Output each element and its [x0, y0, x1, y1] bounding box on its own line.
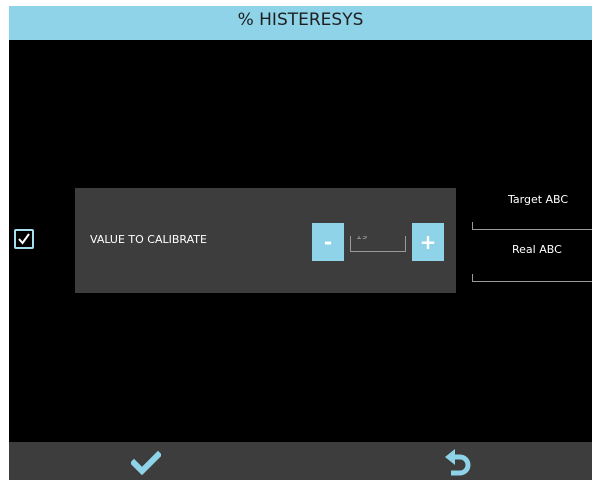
decrement-button[interactable]: -	[312, 223, 344, 261]
calibration-value-field[interactable]: 19	[350, 236, 406, 252]
screen: % HISTERESYS VALUE TO CALIBRATE - 19 + T…	[9, 6, 592, 480]
target-abc-field	[472, 222, 592, 230]
target-abc-label: Target ABC	[508, 193, 569, 206]
bottom-toolbar	[9, 442, 592, 480]
confirm-button[interactable]	[129, 448, 163, 478]
back-button[interactable]	[441, 446, 475, 480]
real-abc-label: Real ABC	[512, 243, 562, 256]
checkmark-icon	[131, 451, 161, 475]
calibration-panel: VALUE TO CALIBRATE - 19 +	[75, 188, 456, 293]
real-abc-field	[472, 274, 592, 282]
value-to-calibrate-label: VALUE TO CALIBRATE	[90, 233, 207, 246]
title-bar: % HISTERESYS	[9, 6, 592, 40]
checkmark-icon	[18, 233, 30, 245]
calibration-value: 19	[356, 232, 368, 242]
page-title: % HISTERESYS	[237, 10, 364, 30]
undo-arrow-icon	[445, 449, 471, 476]
increment-button[interactable]: +	[412, 223, 444, 261]
calibrate-checkbox[interactable]	[14, 229, 34, 249]
